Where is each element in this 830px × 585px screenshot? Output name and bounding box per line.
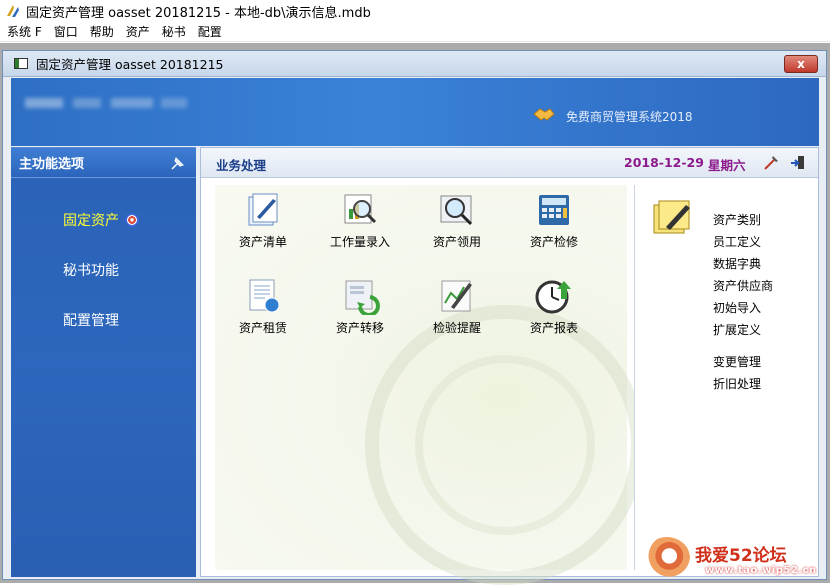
exit-icon[interactable] <box>789 154 806 171</box>
watermark-logo-icon <box>644 537 690 579</box>
menu-assets[interactable]: 资产 <box>120 22 156 42</box>
func-label: 资产检修 <box>509 233 599 250</box>
child-titlebar[interactable]: 固定资产管理 oasset 20181215 x <box>3 51 826 77</box>
side-item-asset-category[interactable]: 资产类别 <box>713 211 761 228</box>
left-nav-header: 主功能选项 <box>11 148 196 178</box>
chart-pen-icon <box>437 277 477 315</box>
watermark-url: www.tao.wip52.cn <box>705 565 817 576</box>
blurred-logo <box>111 98 153 108</box>
side-item-change-management[interactable]: 变更管理 <box>713 353 761 370</box>
func-asset-list[interactable]: 资产清单 <box>218 191 308 250</box>
menu-system[interactable]: 系统 F <box>0 22 48 42</box>
side-item-depreciation[interactable]: 折旧处理 <box>713 375 761 392</box>
func-asset-lease[interactable]: 资产租赁 <box>218 277 308 336</box>
func-label: 检验提醒 <box>412 319 502 336</box>
content-panel: 业务处理 2018-12-29 星期六 <box>200 147 819 577</box>
func-label: 工作量录入 <box>315 233 405 250</box>
nav-item-label: 固定资产 <box>63 213 119 229</box>
side-function-list: 资产类别 员工定义 数据字典 资产供应商 初始导入 扩展定义 变更管理 折旧处理 <box>634 185 814 570</box>
background-dial <box>415 355 595 535</box>
document-globe-icon <box>243 277 283 315</box>
calculator-icon <box>534 191 574 229</box>
window-icon <box>14 58 28 69</box>
side-item-employee[interactable]: 员工定义 <box>713 233 761 250</box>
nav-item-fixed-assets[interactable]: 固定资产 <box>63 210 139 230</box>
nav-item-config[interactable]: 配置管理 <box>63 310 119 330</box>
func-label: 资产领用 <box>412 233 502 250</box>
menu-secretary[interactable]: 秘书 <box>156 22 192 42</box>
transfer-arrow-icon <box>340 277 380 315</box>
child-title: 固定资产管理 oasset 20181215 <box>36 54 224 73</box>
side-item-data-dictionary[interactable]: 数据字典 <box>713 255 761 272</box>
refresh-icon <box>125 213 139 227</box>
func-asset-maintenance[interactable]: 资产检修 <box>509 191 599 250</box>
func-label: 资产租赁 <box>218 319 308 336</box>
menu-help[interactable]: 帮助 <box>84 22 120 42</box>
notepad-pen-icon <box>650 197 696 241</box>
child-window: 固定资产管理 oasset 20181215 x 免费商贸管理系统2018 主功… <box>2 50 827 580</box>
left-nav-title: 主功能选项 <box>19 153 84 172</box>
side-item-extension[interactable]: 扩展定义 <box>713 321 761 338</box>
watermark-title: 我爱52论坛 <box>695 541 787 566</box>
left-nav: 主功能选项 固定资产 秘书功能 配置管理 <box>11 147 196 577</box>
func-label: 资产报表 <box>509 319 599 336</box>
app-titlebar: 固定资产管理 oasset 20181215 - 本地-db\演示信息.mdb <box>0 0 830 22</box>
close-button[interactable]: x <box>784 55 818 73</box>
menu-config[interactable]: 配置 <box>192 22 228 42</box>
menu-window[interactable]: 窗口 <box>48 22 84 42</box>
function-area: 资产清单 工作量录入 <box>215 185 627 570</box>
tools-icon[interactable] <box>763 154 780 171</box>
side-item-supplier[interactable]: 资产供应商 <box>713 277 773 294</box>
app-icon <box>6 4 20 18</box>
content-header: 业务处理 2018-12-29 星期六 <box>201 148 818 178</box>
blurred-logo <box>161 98 187 108</box>
func-asset-transfer[interactable]: 资产转移 <box>315 277 405 336</box>
nav-item-secretary[interactable]: 秘书功能 <box>63 260 119 280</box>
func-inspection-reminder[interactable]: 检验提醒 <box>412 277 502 336</box>
magnifier-report-icon <box>340 191 380 229</box>
blurred-logo <box>25 98 63 108</box>
func-label: 资产转移 <box>315 319 405 336</box>
clock-arrow-icon <box>534 277 574 315</box>
side-item-initial-import[interactable]: 初始导入 <box>713 299 761 316</box>
magnifier-icon <box>437 191 477 229</box>
handshake-icon <box>533 106 555 122</box>
watermark: 我爱52论坛 www.tao.wip52.cn <box>640 533 830 583</box>
current-weekday: 星期六 <box>708 155 746 174</box>
current-date: 2018-12-29 <box>624 155 704 170</box>
func-asset-requisition[interactable]: 资产领用 <box>412 191 502 250</box>
app-title: 固定资产管理 oasset 20181215 - 本地-db\演示信息.mdb <box>26 2 371 21</box>
menubar: 系统 F 窗口 帮助 资产 秘书 配置 <box>0 22 830 42</box>
tab-business[interactable]: 业务处理 <box>216 155 266 174</box>
banner-slogan: 免费商贸管理系统2018 <box>566 108 693 125</box>
banner: 免费商贸管理系统2018 <box>11 78 819 146</box>
pin-icon[interactable] <box>170 155 186 171</box>
func-label: 资产清单 <box>218 233 308 250</box>
document-pen-icon <box>243 191 283 229</box>
blurred-logo <box>73 98 101 108</box>
func-asset-report[interactable]: 资产报表 <box>509 277 599 336</box>
func-workload-entry[interactable]: 工作量录入 <box>315 191 405 250</box>
